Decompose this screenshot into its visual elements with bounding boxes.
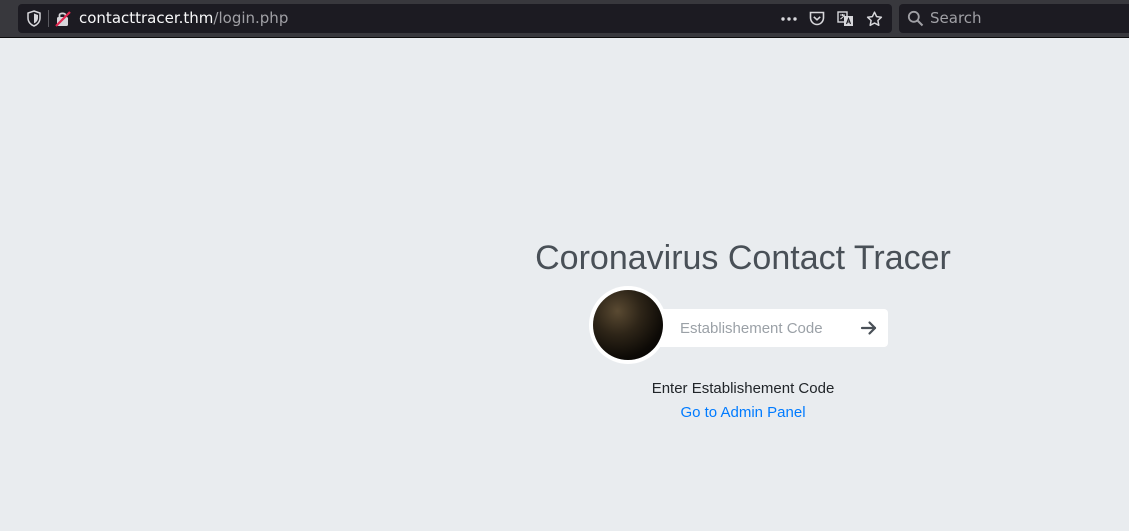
avatar-image: [593, 290, 663, 360]
url-text[interactable]: contacttracer.thm/login.php: [79, 9, 288, 28]
bookmark-star-icon[interactable]: [865, 10, 883, 27]
url-host: contacttracer.thm: [79, 9, 214, 27]
url-path: /login.php: [213, 9, 289, 27]
establishment-code-form: [628, 309, 888, 347]
search-icon: [907, 10, 924, 27]
insecure-lock-icon[interactable]: [55, 10, 71, 27]
address-bar[interactable]: contacttracer.thm/login.php: [18, 4, 892, 33]
more-actions-icon[interactable]: [780, 10, 798, 27]
code-hint-text: Enter Establishement Code: [651, 380, 835, 397]
page-title: Coronavirus Contact Tracer: [535, 239, 951, 277]
address-bar-divider: [48, 10, 49, 27]
admin-panel-link[interactable]: Go to Admin Panel: [640, 403, 846, 423]
shield-icon[interactable]: [27, 10, 41, 27]
avatar: [589, 286, 667, 364]
search-bar[interactable]: Search: [899, 4, 1129, 33]
translate-icon[interactable]: [836, 10, 854, 27]
search-placeholder: Search: [930, 9, 982, 27]
establishment-code-input[interactable]: [666, 309, 841, 347]
pocket-icon[interactable]: [808, 10, 826, 27]
arrow-right-icon[interactable]: [860, 319, 878, 337]
browser-toolbar: contacttracer.thm/login.php Search: [0, 0, 1129, 38]
